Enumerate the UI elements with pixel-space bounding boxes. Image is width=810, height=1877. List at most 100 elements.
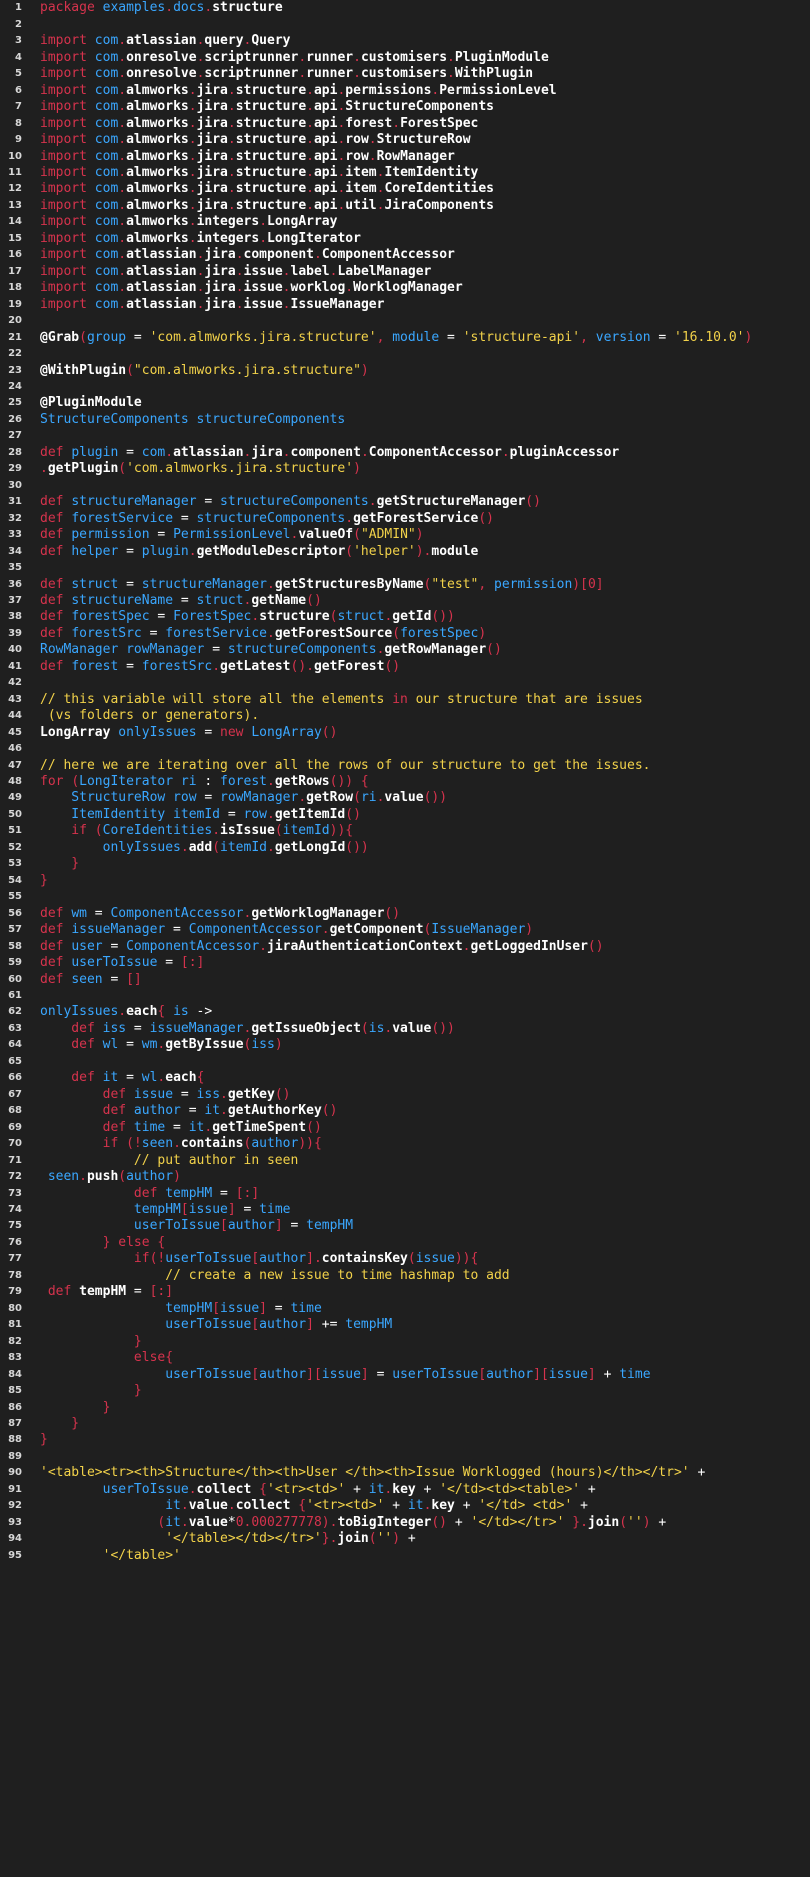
code-token: = bbox=[173, 1086, 197, 1102]
code-token: ] bbox=[360, 1366, 369, 1382]
code-token: ) bbox=[274, 1037, 283, 1053]
code-token: ] bbox=[587, 1366, 596, 1382]
code-token: getLoggedInUser bbox=[470, 938, 588, 954]
code-token: . bbox=[188, 132, 197, 148]
code-token: [:] bbox=[180, 955, 205, 971]
code-token: LongArray bbox=[251, 724, 322, 740]
code-token: "test" bbox=[431, 576, 479, 592]
code-token: author bbox=[486, 1366, 534, 1382]
code-token: )){ bbox=[329, 823, 354, 839]
code-token: )){ bbox=[298, 1136, 322, 1152]
code-token: ()) bbox=[431, 1020, 455, 1036]
code-token: structure bbox=[235, 181, 307, 197]
code-token: user bbox=[71, 938, 103, 954]
code-token: seen bbox=[40, 1169, 80, 1185]
code-token: . bbox=[235, 296, 244, 312]
code-token: row bbox=[345, 148, 369, 164]
code-token: if bbox=[40, 823, 95, 839]
code-token: . bbox=[118, 280, 127, 296]
code-token: () bbox=[321, 724, 338, 740]
code-token: ForestSpec bbox=[173, 609, 252, 625]
code-token: . bbox=[118, 99, 127, 115]
code-token: . bbox=[259, 938, 267, 954]
code-token: join bbox=[587, 1514, 620, 1530]
code-token: getStructureManager bbox=[376, 494, 526, 510]
code-token: . bbox=[368, 132, 377, 148]
code-token: '</td><td><table>' bbox=[439, 1481, 581, 1497]
code-token: atlassian bbox=[126, 33, 197, 49]
code-token: getTimeSpent bbox=[212, 1119, 307, 1135]
code-token: . bbox=[118, 165, 127, 180]
code-token: + bbox=[447, 1514, 471, 1530]
code-token: () bbox=[384, 658, 401, 674]
code-token: '<table><tr><th>Structure</th><th>User <… bbox=[40, 1465, 690, 1481]
code-token: CoreIdentities bbox=[102, 823, 213, 839]
code-token: // create a new issue to time hashmap to… bbox=[40, 1267, 510, 1283]
code-token: def bbox=[40, 1086, 134, 1102]
code-token: onlyIssues bbox=[110, 724, 197, 740]
code-token: module bbox=[392, 329, 440, 345]
code-token: StructureRow bbox=[376, 132, 471, 148]
code-token: . bbox=[227, 148, 236, 164]
code-token: = bbox=[235, 1201, 260, 1217]
code-token: forestSrc bbox=[141, 658, 213, 674]
code-token: tempHM bbox=[40, 1300, 213, 1316]
code-token: jira bbox=[196, 82, 228, 98]
code-token: . bbox=[282, 263, 291, 279]
code-token: { bbox=[470, 1251, 479, 1267]
code-token: = bbox=[118, 543, 142, 559]
code-token: "ADMIN" bbox=[360, 527, 416, 543]
code-token: integers bbox=[196, 214, 260, 230]
code-token: userToIssue bbox=[40, 1218, 221, 1234]
code-token: getRowManager bbox=[384, 642, 487, 658]
code-token: time bbox=[133, 1119, 166, 1135]
code-token: . bbox=[40, 461, 48, 477]
code-token: tempHM bbox=[345, 1317, 393, 1333]
code-token: } bbox=[40, 1333, 142, 1349]
code-token: itemId bbox=[282, 823, 330, 839]
code-token: com bbox=[94, 49, 119, 65]
code-token: LongIterator ri bbox=[79, 774, 197, 790]
code-token: row bbox=[345, 132, 369, 148]
code-token: + bbox=[384, 1498, 408, 1514]
code-token: . bbox=[235, 247, 244, 263]
code-token: . bbox=[227, 132, 236, 148]
code-token: getKey bbox=[227, 1086, 275, 1102]
code-token: structure bbox=[235, 148, 307, 164]
code-token: jira bbox=[196, 99, 228, 115]
code-token: . bbox=[298, 49, 307, 65]
code-token: PermissionLevel bbox=[439, 82, 557, 98]
code-token: . bbox=[266, 806, 275, 822]
code-token: structure bbox=[212, 0, 283, 16]
code-token: . bbox=[267, 576, 275, 592]
code-token: ( bbox=[353, 790, 361, 806]
code-token: . bbox=[447, 49, 455, 65]
code-line[interactable]: 95 '</table>' bbox=[0, 1546, 810, 1566]
code-token: author bbox=[259, 1366, 307, 1382]
code-token: package bbox=[40, 0, 103, 16]
code-token: 'helper' bbox=[353, 543, 416, 559]
code-token: . bbox=[180, 839, 189, 855]
code-token: forestService bbox=[165, 625, 267, 641]
code-token: . bbox=[220, 1086, 228, 1102]
code-token: runner bbox=[306, 49, 354, 65]
code-token: value bbox=[188, 1514, 228, 1530]
code-token: ][ bbox=[306, 1366, 322, 1382]
code-token: = bbox=[157, 955, 181, 971]
code-token: com bbox=[94, 115, 119, 131]
code-token: // this variable will store all the elem… bbox=[40, 691, 393, 707]
code-token: label bbox=[290, 263, 330, 279]
code-token: = bbox=[118, 444, 142, 460]
code-token: com bbox=[94, 33, 119, 49]
code-token: struct bbox=[337, 609, 385, 625]
code-token: time bbox=[259, 1201, 291, 1217]
code-token: WithPlugin bbox=[454, 66, 534, 82]
code-token: . bbox=[188, 197, 197, 213]
code-editor[interactable]: 1 package examples.docs.structure 2 3 import… bbox=[0, 0, 810, 1877]
code-token: () bbox=[306, 1119, 322, 1135]
code-token: almworks bbox=[126, 115, 189, 131]
code-token: component bbox=[290, 444, 361, 460]
code-token: * bbox=[227, 1514, 236, 1530]
code-token: // here we are iterating over all the ro… bbox=[40, 757, 651, 773]
code-token: import bbox=[40, 132, 95, 148]
